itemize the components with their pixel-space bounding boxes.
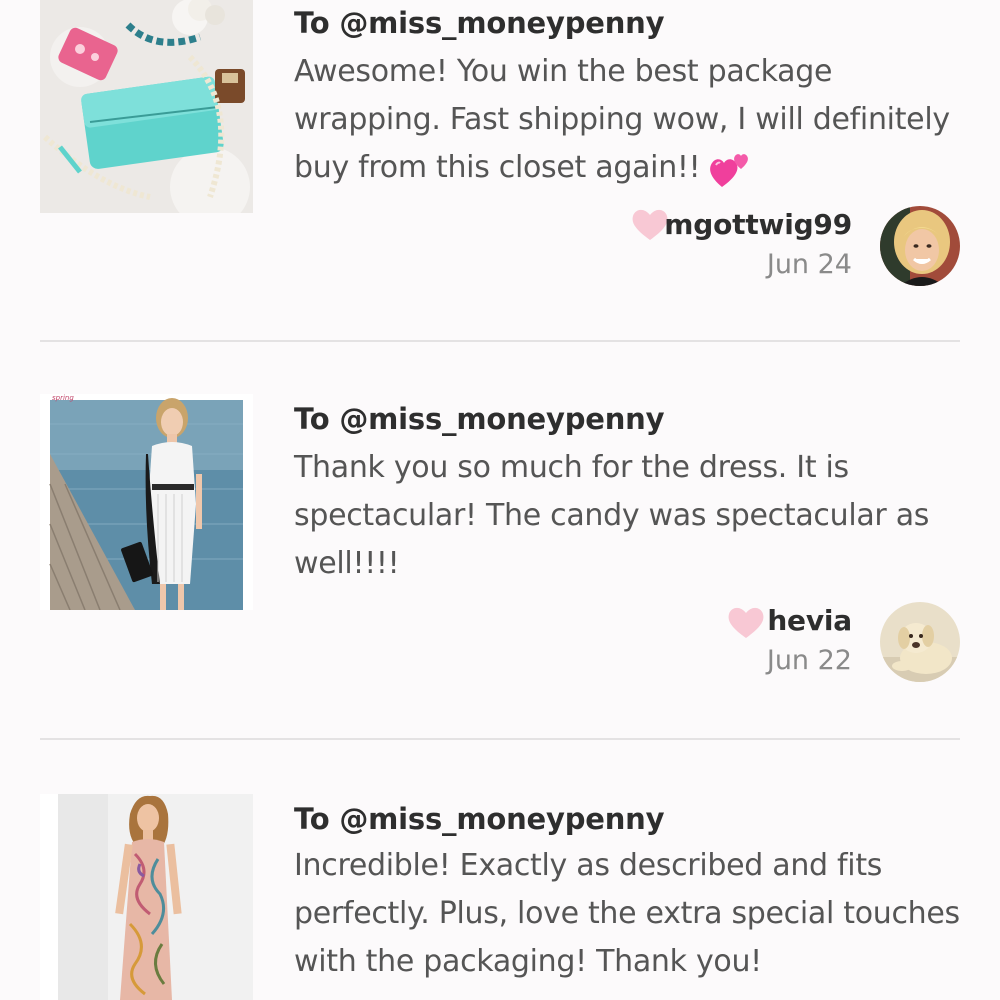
paisley-maxi-dress-photo-icon: [40, 794, 253, 1000]
reviewer-avatar[interactable]: [880, 206, 960, 286]
reviewer-username[interactable]: hevia: [767, 604, 852, 637]
two-hearts-icon: [708, 149, 754, 189]
review-date: Jun 22: [766, 645, 852, 676]
item-thumbnail[interactable]: [40, 794, 253, 1000]
like-heart-icon[interactable]: [726, 604, 766, 640]
review-message: Awesome! You win the best package wrappi…: [294, 48, 964, 192]
reviewer-username[interactable]: mgottwig99: [664, 208, 852, 241]
review-message-text: Thank you so much for the dress. It is s…: [294, 450, 930, 581]
review-recipient[interactable]: To @miss_moneypenny: [294, 802, 665, 836]
review-message-text: Incredible! Exactly as described and fit…: [294, 848, 960, 979]
svg-text:spring: spring: [52, 394, 74, 402]
love-notes-feed: To @miss_moneypenny Awesome! You win the…: [0, 0, 1000, 1000]
turquoise-clutch-photo-icon: [40, 0, 253, 213]
blonde-woman-avatar-icon: [880, 206, 960, 286]
item-thumbnail[interactable]: [40, 0, 253, 213]
review-card: spring To @miss_moneypenny Thank you so …: [0, 342, 1000, 740]
reviewer-avatar[interactable]: [880, 602, 960, 682]
white-sheath-dress-photo-icon: spring: [40, 394, 253, 610]
review-recipient[interactable]: To @miss_moneypenny: [294, 6, 665, 40]
review-message-text: Awesome! You win the best package wrappi…: [294, 54, 950, 185]
review-message: Incredible! Exactly as described and fit…: [294, 842, 964, 986]
review-meta: mgottwig99 Jun 24: [664, 208, 852, 280]
dog-avatar-icon: [880, 602, 960, 682]
review-date: Jun 24: [766, 249, 852, 280]
item-thumbnail[interactable]: spring: [40, 394, 253, 610]
review-message: Thank you so much for the dress. It is s…: [294, 444, 964, 588]
review-card: To @miss_moneypenny Incredible! Exactly …: [0, 740, 1000, 1000]
review-meta: hevia Jun 22: [767, 604, 852, 676]
review-recipient[interactable]: To @miss_moneypenny: [294, 402, 665, 436]
review-card: To @miss_moneypenny Awesome! You win the…: [0, 0, 1000, 342]
